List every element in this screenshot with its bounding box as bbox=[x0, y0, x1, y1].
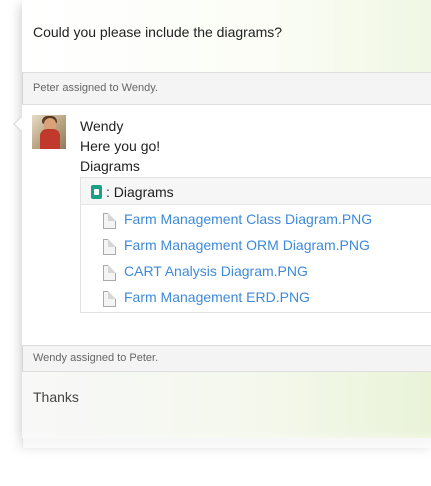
file-link[interactable]: Farm Management ERD.PNG bbox=[124, 289, 310, 305]
attachment-header: : Diagrams bbox=[81, 178, 431, 205]
assignment-event: Peter assigned to Wendy. bbox=[33, 82, 158, 94]
file-link[interactable]: CART Analysis Diagram.PNG bbox=[124, 263, 308, 279]
message-bubble: Could you please include the diagrams? bbox=[22, 0, 431, 73]
reply-author: Wendy bbox=[80, 118, 124, 134]
file-icon bbox=[103, 239, 116, 255]
message-text: Thanks bbox=[33, 389, 79, 405]
reply-text: Here you go! bbox=[80, 138, 161, 154]
assignment-event: Wendy assigned to Peter. bbox=[33, 352, 159, 364]
attachment-title: : Diagrams bbox=[106, 184, 174, 200]
attachment-label: Diagrams bbox=[80, 158, 140, 174]
file-link[interactable]: Farm Management ORM Diagram.PNG bbox=[124, 237, 370, 253]
bottom-fade bbox=[0, 430, 431, 486]
message-bubble: Thanks bbox=[22, 371, 431, 438]
file-link[interactable]: Farm Management Class Diagram.PNG bbox=[124, 211, 372, 227]
avatar[interactable] bbox=[32, 115, 66, 149]
reply-pointer-inner bbox=[15, 116, 23, 132]
message-text: Could you please include the diagrams? bbox=[33, 24, 283, 40]
folder-icon bbox=[91, 185, 102, 199]
file-icon bbox=[103, 265, 116, 281]
attachment-box: : Diagrams Farm Management Class Diagram… bbox=[80, 177, 431, 313]
file-icon bbox=[103, 291, 116, 307]
file-icon bbox=[103, 213, 116, 229]
